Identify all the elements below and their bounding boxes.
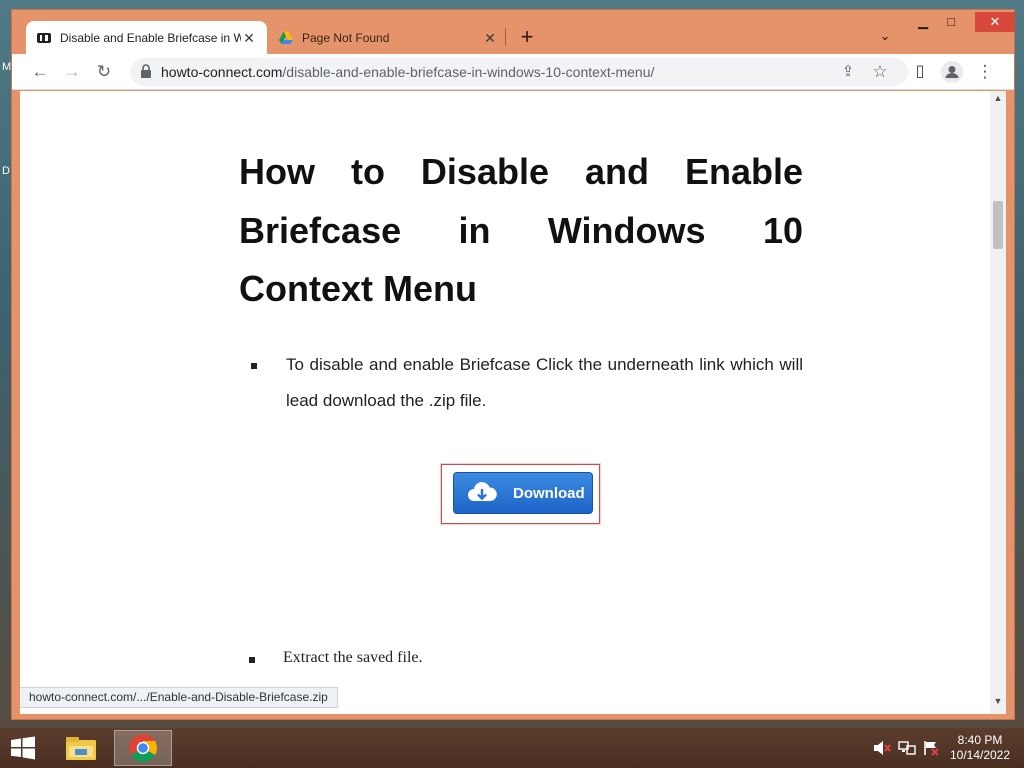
scroll-thumb[interactable] [993, 201, 1003, 249]
address-bar[interactable]: howto-connect.com/disable-and-enable-bri… [130, 58, 908, 86]
taskbar-clock[interactable]: 8:40 PM 10/14/2022 [944, 733, 1016, 763]
bullet-marker [249, 657, 255, 663]
page-content: How to Disable and Enable Briefcase in W… [20, 91, 1006, 714]
download-label: Download [513, 484, 585, 502]
new-tab-button[interactable]: + [514, 25, 540, 51]
cloud-download-icon [468, 482, 497, 501]
status-bar-url: howto-connect.com/.../Enable-and-Disable… [20, 687, 338, 708]
url-text: howto-connect.com/disable-and-enable-bri… [161, 64, 654, 80]
howto-connect-icon [36, 30, 52, 46]
desktop-icon-label-fragment: M [2, 61, 12, 73]
close-icon[interactable]: ✕ [241, 30, 257, 46]
network-icon[interactable] [898, 740, 916, 756]
tab-search-button[interactable]: ⌄ [874, 28, 896, 48]
share-icon[interactable]: ⇪ [836, 60, 860, 84]
reload-button[interactable]: ↻ [92, 60, 116, 84]
tab-page-not-found[interactable]: Page Not Found ✕ [268, 21, 508, 54]
forward-button[interactable]: → [60, 60, 84, 84]
article-title: How to Disable and Enable Briefcase in W… [239, 151, 803, 309]
bookmark-star-icon[interactable]: ☆ [868, 60, 892, 84]
minimize-button[interactable]: ▁ [909, 12, 937, 32]
window-close-button[interactable]: ✕ [975, 12, 1015, 32]
tab-title: Page Not Found [302, 30, 390, 45]
browser-toolbar: ← → ↻ howto-connect.com/disable-and-enab… [12, 54, 1014, 90]
chrome-icon[interactable] [114, 730, 172, 766]
scroll-down-arrow-icon[interactable]: ▼ [990, 696, 1006, 710]
profile-avatar[interactable] [940, 60, 964, 84]
tab-title: Disable and Enable Briefcase in W [60, 30, 241, 45]
instruction-text: To disable and enable Briefcase Click th… [286, 355, 803, 410]
taskbar: 8:40 PM 10/14/2022 [0, 728, 1024, 768]
scroll-up-arrow-icon[interactable]: ▲ [990, 93, 1006, 107]
file-explorer-icon[interactable] [52, 730, 110, 766]
browser-window: Disable and Enable Briefcase in W ✕ Page… [11, 9, 1015, 720]
lock-icon [141, 64, 151, 78]
tab-briefcase-article[interactable]: Disable and Enable Briefcase in W ✕ [26, 21, 267, 54]
vertical-scrollbar[interactable]: ▲ ▼ [990, 91, 1006, 714]
url-path: /disable-and-enable-briefcase-in-windows… [282, 64, 655, 80]
back-button[interactable]: ← [28, 60, 52, 84]
download-link-frame: Download [441, 464, 600, 524]
close-icon[interactable]: ✕ [482, 30, 498, 46]
instruction-text: Extract the saved file. [283, 649, 423, 666]
windows-start-icon[interactable] [8, 736, 38, 760]
bullet-marker [251, 363, 257, 369]
google-drive-icon [278, 30, 294, 46]
menu-icon[interactable]: ⋮ [973, 60, 997, 84]
action-center-flag-icon[interactable] [922, 740, 940, 756]
desktop-icon-label-fragment: D [2, 165, 10, 177]
tab-strip: Disable and Enable Briefcase in W ✕ Page… [12, 10, 1015, 54]
side-panel-button[interactable]: ▯ [908, 60, 932, 84]
download-button[interactable]: Download [453, 472, 593, 514]
url-host: howto-connect.com [161, 64, 283, 80]
volume-muted-icon[interactable] [873, 740, 891, 756]
clock-date: 10/14/2022 [949, 748, 1011, 762]
clock-time: 8:40 PM [957, 733, 1003, 747]
desktop-edge: M D [0, 60, 12, 180]
tab-divider [505, 28, 506, 46]
maximize-button[interactable]: □ [937, 12, 965, 32]
